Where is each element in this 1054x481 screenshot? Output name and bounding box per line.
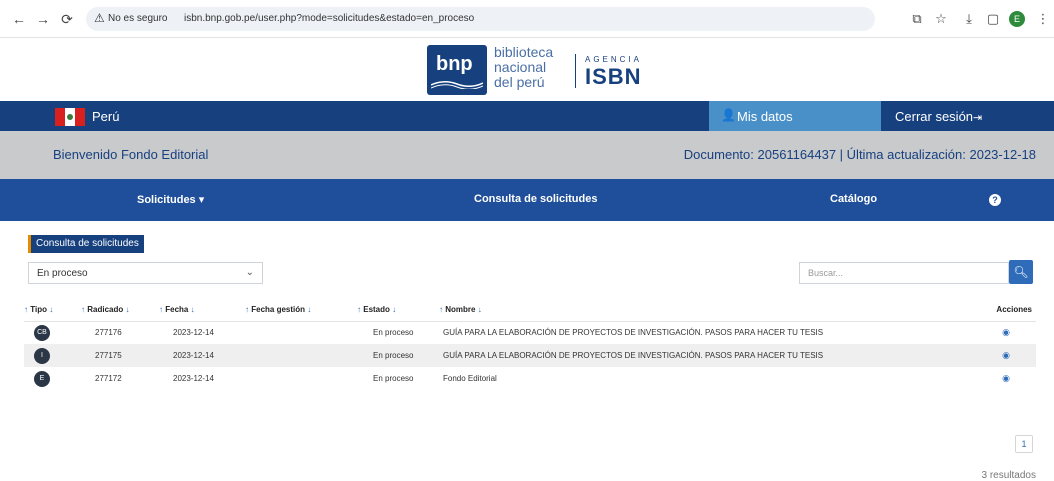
section-title: Consulta de solicitudes — [28, 235, 144, 253]
menu-consulta[interactable]: Consulta de solicitudes — [474, 193, 597, 205]
col-fecha[interactable]: ↑ Fecha ↓ — [159, 299, 245, 322]
sort-arrow-icon: ↑ — [357, 305, 361, 315]
search-icon: 🔍︎ — [1013, 265, 1029, 279]
cell-nombre: GUÍA PARA LA ELABORACIÓN DE PROYECTOS DE… — [443, 328, 824, 338]
cell-estado: En proceso — [373, 374, 414, 383]
logout-icon: ⇥ — [973, 112, 983, 124]
reload-icon[interactable]: ⟳ — [58, 10, 76, 28]
eye-icon[interactable]: ◉ — [1002, 350, 1010, 360]
peru-flag-icon — [55, 108, 85, 126]
cell-fecha: 2023-12-14 — [159, 344, 245, 367]
cell-radicado: 277176 — [95, 328, 122, 338]
pagination-page[interactable]: 1 — [1015, 435, 1033, 453]
filter-value: En proceso — [37, 268, 88, 279]
results-count: 3 resultados — [981, 470, 1036, 481]
menu-icon[interactable]: ⋮ — [1034, 10, 1052, 28]
welcome-band: Bienvenido Fondo Editorial Documento: 20… — [0, 131, 1054, 179]
star-icon[interactable]: ☆ — [932, 10, 950, 28]
bnp-logo: bnp — [427, 45, 487, 95]
cell-fecha-gestion — [245, 344, 357, 367]
cell-radicado: 277175 — [81, 344, 159, 367]
col-fecha-gestion[interactable]: ↑ Fecha gestión ↓ — [245, 299, 357, 322]
download-icon[interactable]: ⤓ — [960, 10, 978, 28]
logout-button[interactable]: Cerrar sesión⇥ — [895, 109, 982, 124]
col-tipo[interactable]: ↑ Tipo ↓ — [24, 299, 81, 322]
agency-label: AGENCIA — [585, 55, 643, 64]
sort-arrow-icon: ↑ — [245, 305, 249, 315]
table-row: CB 277176 2023-12-14 En proceso GUÍA PAR… — [24, 321, 1036, 344]
address-bar[interactable]: ⚠ No es seguro isbn.bnp.gob.pe/user.php?… — [86, 7, 875, 31]
eye-icon[interactable]: ◉ — [1002, 373, 1010, 383]
agency-name: ISBN — [585, 64, 642, 89]
security-label[interactable]: No es seguro — [108, 13, 167, 24]
search-button[interactable]: 🔍︎ — [1009, 260, 1033, 284]
logo-divider — [575, 54, 576, 88]
cell-estado: En proceso — [357, 344, 439, 367]
my-data-button[interactable]: 👤 Mis datos — [709, 101, 881, 131]
menu-catalogo[interactable]: Catálogo — [830, 193, 877, 205]
cell-nombre: GUÍA PARA LA ELABORACIÓN DE PROYECTOS DE… — [439, 344, 969, 367]
translate-icon[interactable]: ⧉ — [908, 10, 926, 28]
requests-table: ↑ Tipo ↓ ↑ Radicado ↓ ↑ Fecha ↓ ↑ Fecha … — [24, 299, 1036, 390]
table-header-row: ↑ Tipo ↓ ↑ Radicado ↓ ↑ Fecha ↓ ↑ Fecha … — [24, 299, 1036, 322]
profile-avatar[interactable]: E — [1009, 11, 1025, 27]
help-icon[interactable]: ? — [989, 194, 1001, 206]
my-data-label: Mis datos — [737, 109, 793, 124]
back-icon[interactable]: ← — [10, 10, 28, 28]
table-row: E 277172 2023-12-14 En proceso Fondo Edi… — [24, 367, 1036, 390]
main-menu: Solicitudes ▾ Consulta de solicitudes Ca… — [0, 179, 1054, 221]
sidepanel-icon[interactable]: ▢ — [984, 10, 1002, 28]
col-estado[interactable]: ↑ Estado ↓ — [357, 299, 439, 322]
cell-fecha: 2023-12-14 — [173, 374, 214, 383]
sort-arrow-icon: ↑ — [24, 305, 28, 315]
tipo-badge: CB — [34, 324, 50, 341]
status-filter-select[interactable]: En proceso ⌄ — [28, 262, 263, 284]
user-icon: 👤 — [721, 108, 736, 122]
tipo-badge: E — [34, 370, 50, 387]
logo-text: biblioteca nacional del perú — [494, 44, 554, 90]
eye-icon[interactable]: ◉ — [1002, 327, 1010, 337]
forward-icon[interactable]: → — [34, 10, 52, 28]
menu-solicitudes[interactable]: Solicitudes ▾ — [137, 193, 204, 206]
logo-wave-icon — [431, 81, 483, 89]
tipo-badge: I — [34, 347, 50, 364]
cell-radicado: 277172 — [95, 374, 122, 383]
search-input[interactable] — [799, 262, 1009, 284]
document-info: Documento: 20561164437 | Última actualiz… — [683, 147, 1036, 162]
cell-nombre: Fondo Editorial — [443, 374, 497, 383]
chevron-down-icon: ⌄ — [245, 267, 254, 278]
col-radicado[interactable]: ↑ Radicado ↓ — [81, 299, 159, 322]
col-acciones: Acciones — [969, 299, 1036, 322]
sort-arrow-icon: ↑ — [439, 305, 443, 315]
cell-fecha-gestion — [245, 321, 357, 344]
col-nombre[interactable]: ↑ Nombre ↓ — [439, 299, 969, 322]
warning-icon[interactable]: ⚠ — [94, 11, 105, 25]
logout-label: Cerrar sesión — [895, 109, 974, 124]
table-row: I 277175 2023-12-14 En proceso GUÍA PARA… — [24, 344, 1036, 367]
sort-arrow-icon: ↑ — [81, 305, 85, 315]
country-label: Perú — [92, 109, 120, 124]
welcome-greeting: Bienvenido Fondo Editorial — [53, 147, 209, 162]
cell-estado: En proceso — [373, 328, 414, 338]
cell-fecha-gestion — [245, 367, 357, 390]
browser-toolbar: ← → ⟳ ⚠ No es seguro isbn.bnp.gob.pe/use… — [0, 0, 1054, 38]
url-text[interactable]: isbn.bnp.gob.pe/user.php?mode=solicitude… — [184, 13, 474, 24]
cell-fecha: 2023-12-14 — [173, 328, 214, 338]
sort-arrow-icon: ↑ — [159, 305, 163, 315]
logo-short: bnp — [436, 53, 473, 75]
